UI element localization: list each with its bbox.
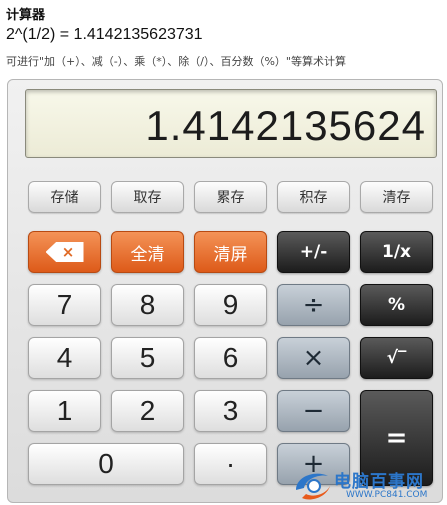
- digit-6-button[interactable]: 6: [194, 337, 267, 379]
- backspace-icon: ×: [45, 242, 84, 262]
- digit-4-button[interactable]: 4: [28, 337, 101, 379]
- memory-recall-button[interactable]: 取存: [111, 181, 184, 213]
- memory-multiply-button[interactable]: 积存: [277, 181, 350, 213]
- divide-button[interactable]: ÷: [277, 284, 350, 326]
- memory-store-button[interactable]: 存储: [28, 181, 101, 213]
- digit-5-button[interactable]: 5: [111, 337, 184, 379]
- page-title: 计算器: [6, 8, 46, 23]
- reciprocal-button[interactable]: 1/x: [360, 231, 433, 273]
- decimal-point-button[interactable]: ·: [194, 443, 267, 485]
- watermark-url: WWW.PC841.COM: [346, 490, 428, 500]
- watermark-text: 电脑百事网: [334, 472, 424, 492]
- all-clear-button[interactable]: 全清: [111, 231, 184, 273]
- multiply-button[interactable]: ×: [277, 337, 350, 379]
- plus-minus-button[interactable]: +/-: [277, 231, 350, 273]
- site-watermark: 电脑百事网 WWW.PC841.COM: [290, 466, 447, 505]
- page-header: 计算器 2^(1/2) = 1.4142135623731 可进行"加（+）、减…: [0, 0, 447, 78]
- square-root-button[interactable]: √‾: [360, 337, 433, 379]
- percent-button[interactable]: %: [360, 284, 433, 326]
- memory-add-button[interactable]: 累存: [194, 181, 267, 213]
- digit-7-button[interactable]: 7: [28, 284, 101, 326]
- digit-1-button[interactable]: 1: [28, 390, 101, 432]
- digit-2-button[interactable]: 2: [111, 390, 184, 432]
- digit-8-button[interactable]: 8: [111, 284, 184, 326]
- result-expression: 2^(1/2) = 1.4142135623731: [6, 26, 203, 43]
- backspace-button[interactable]: ×: [28, 231, 101, 273]
- calculator-description: 可进行"加（+）、减（-）、乘（*）、除（/）、百分数（%）"等算术计算: [6, 55, 346, 68]
- calculator-display: 1.4142135624: [25, 89, 437, 158]
- digit-3-button[interactable]: 3: [194, 390, 267, 432]
- watermark-logo-icon: [296, 473, 330, 500]
- display-value: 1.4142135624: [145, 102, 426, 149]
- calculator-panel: 1.4142135624 存储 取存 累存 积存 清存 × 全清 清屏 +/- …: [7, 79, 443, 503]
- clear-entry-button[interactable]: 清屏: [194, 231, 267, 273]
- digit-0-button[interactable]: 0: [28, 443, 184, 485]
- minus-button[interactable]: −: [277, 390, 350, 432]
- digit-9-button[interactable]: 9: [194, 284, 267, 326]
- memory-clear-button[interactable]: 清存: [360, 181, 433, 213]
